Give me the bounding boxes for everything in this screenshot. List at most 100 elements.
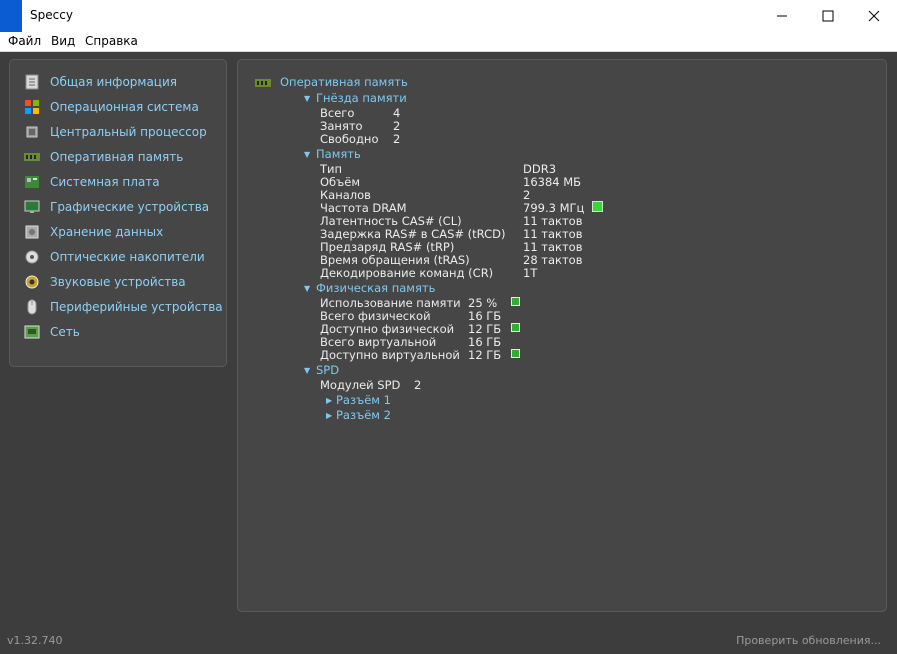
expand-arrow-icon[interactable]: ▶ (326, 411, 332, 420)
menu-view[interactable]: Вид (51, 34, 75, 48)
memory-usage-value: 25 % (468, 296, 498, 310)
memory-size-value: 16384 МБ (523, 175, 582, 189)
trp-label: Предзаряд RAS# (tRP) (320, 240, 455, 254)
details-panel: Оперативная память ▼ Гнёзда памяти Всего… (237, 59, 887, 612)
command-rate-value: 1T (523, 266, 538, 280)
summary-icon (24, 74, 40, 90)
collapse-arrow-icon[interactable]: ▼ (304, 284, 310, 293)
speaker-icon (24, 274, 40, 290)
hard-drive-icon (24, 224, 40, 240)
speccy-app-icon[interactable] (0, 0, 22, 32)
total-physical-label: Всего физической (320, 309, 431, 323)
frequency-indicator (592, 201, 603, 212)
sidebar-item-os[interactable]: Операционная система (24, 97, 199, 117)
sidebar-item-network[interactable]: Сеть (24, 322, 80, 342)
ram-icon (24, 149, 40, 165)
expand-arrow-icon[interactable]: ▶ (326, 396, 332, 405)
sidebar-item-label: Хранение данных (50, 225, 164, 239)
cas-latency-value: 11 тактов (523, 214, 583, 228)
sidebar-item-motherboard[interactable]: Системная плата (24, 172, 160, 192)
menu-file[interactable]: Файл (8, 34, 41, 48)
minimize-icon (777, 15, 787, 17)
trcd-label: Задержка RAS# в CAS# (tRCD) (320, 227, 506, 241)
sidebar-item-label: Сеть (50, 325, 80, 339)
sidebar-item-peripherals[interactable]: Периферийные устройства (24, 297, 223, 317)
slots-header[interactable]: Гнёзда памяти (316, 91, 407, 105)
spd-modules-value: 2 (414, 378, 422, 392)
sidebar-item-label: Центральный процессор (50, 125, 207, 139)
sidebar-item-cpu[interactable]: Центральный процессор (24, 122, 207, 142)
tras-label: Время обращения (tRAS) (320, 253, 470, 267)
maximize-button[interactable] (805, 0, 851, 32)
sidebar-item-graphics[interactable]: Графические устройства (24, 197, 209, 217)
spd-slot-1[interactable]: Разъём 1 (336, 393, 391, 407)
sidebar-item-label: Операционная система (50, 100, 199, 114)
available-physical-indicator (511, 323, 520, 332)
trp-value: 11 тактов (523, 240, 583, 254)
section-title: Оперативная память (280, 75, 408, 89)
menu-bar: Файл Вид Справка (0, 32, 897, 52)
sidebar-item-label: Оптические накопители (50, 250, 205, 264)
maximize-icon (822, 10, 834, 22)
sidebar-item-label: Звуковые устройства (50, 275, 186, 289)
windows-logo-icon (24, 99, 40, 115)
sidebar-item-ram[interactable]: Оперативная память (24, 147, 183, 167)
slots-free-label: Свободно (320, 132, 379, 146)
physical-memory-header[interactable]: Физическая память (316, 281, 435, 295)
memory-channels-value: 2 (523, 188, 531, 202)
memory-type-label: Тип (320, 162, 343, 176)
motherboard-icon (24, 174, 40, 190)
memory-channels-label: Каналов (320, 188, 371, 202)
dram-frequency-label: Частота DRAM (320, 201, 407, 215)
sidebar-item-optical[interactable]: Оптические накопители (24, 247, 205, 267)
available-virtual-indicator (511, 349, 520, 358)
monitor-icon (24, 199, 40, 215)
total-virtual-value: 16 ГБ (468, 335, 502, 349)
slots-total-label: Всего (320, 106, 355, 120)
mouse-icon (24, 299, 40, 315)
memory-header[interactable]: Память (316, 147, 361, 161)
slots-total-value: 4 (393, 106, 401, 120)
close-button[interactable] (851, 0, 897, 32)
usage-indicator (511, 297, 520, 306)
sidebar-item-label: Оперативная память (50, 150, 184, 164)
available-physical-value: 12 ГБ (468, 322, 502, 336)
sidebar-item-summary[interactable]: Общая информация (24, 72, 177, 92)
spd-header[interactable]: SPD (316, 363, 339, 377)
minimize-button[interactable] (759, 0, 805, 32)
title-bar: Speccy (0, 0, 897, 32)
collapse-arrow-icon[interactable]: ▼ (304, 94, 310, 103)
cas-latency-label: Латентность CAS# (CL) (320, 214, 462, 228)
command-rate-label: Декодирование команд (CR) (320, 266, 494, 280)
sidebar-item-audio[interactable]: Звуковые устройства (24, 272, 186, 292)
collapse-arrow-icon[interactable]: ▼ (304, 366, 310, 375)
close-icon (868, 10, 880, 22)
collapse-arrow-icon[interactable]: ▼ (304, 150, 310, 159)
sidebar: Общая информация Операционная система Це… (9, 59, 227, 367)
sidebar-item-label: Системная плата (50, 175, 160, 189)
cpu-icon (24, 124, 40, 140)
ram-header-icon (255, 77, 271, 91)
sidebar-item-label: Графические устройства (50, 200, 210, 214)
available-physical-label: Доступно физической (320, 322, 455, 336)
total-virtual-label: Всего виртуальной (320, 335, 437, 349)
menu-help[interactable]: Справка (85, 34, 138, 48)
slots-used-value: 2 (393, 119, 401, 133)
network-icon (24, 324, 40, 340)
sidebar-item-storage[interactable]: Хранение данных (24, 222, 163, 242)
slots-used-label: Занято (320, 119, 363, 133)
spd-modules-label: Модулей SPD (320, 378, 401, 392)
status-bar: v1.32.740 Проверить обновления... (0, 629, 897, 654)
available-virtual-value: 12 ГБ (468, 348, 502, 362)
sidebar-item-label: Общая информация (50, 75, 177, 89)
spd-slot-2[interactable]: Разъём 2 (336, 408, 391, 422)
available-virtual-label: Доступно виртуальной (320, 348, 460, 362)
version-label: v1.32.740 (7, 634, 63, 647)
memory-size-label: Объём (320, 175, 361, 189)
check-updates-link[interactable]: Проверить обновления... (736, 634, 881, 647)
optical-disc-icon (24, 249, 40, 265)
memory-usage-label: Использование памяти (320, 296, 461, 310)
trcd-value: 11 тактов (523, 227, 583, 241)
memory-type-value: DDR3 (523, 162, 557, 176)
window-title: Speccy (30, 8, 73, 22)
